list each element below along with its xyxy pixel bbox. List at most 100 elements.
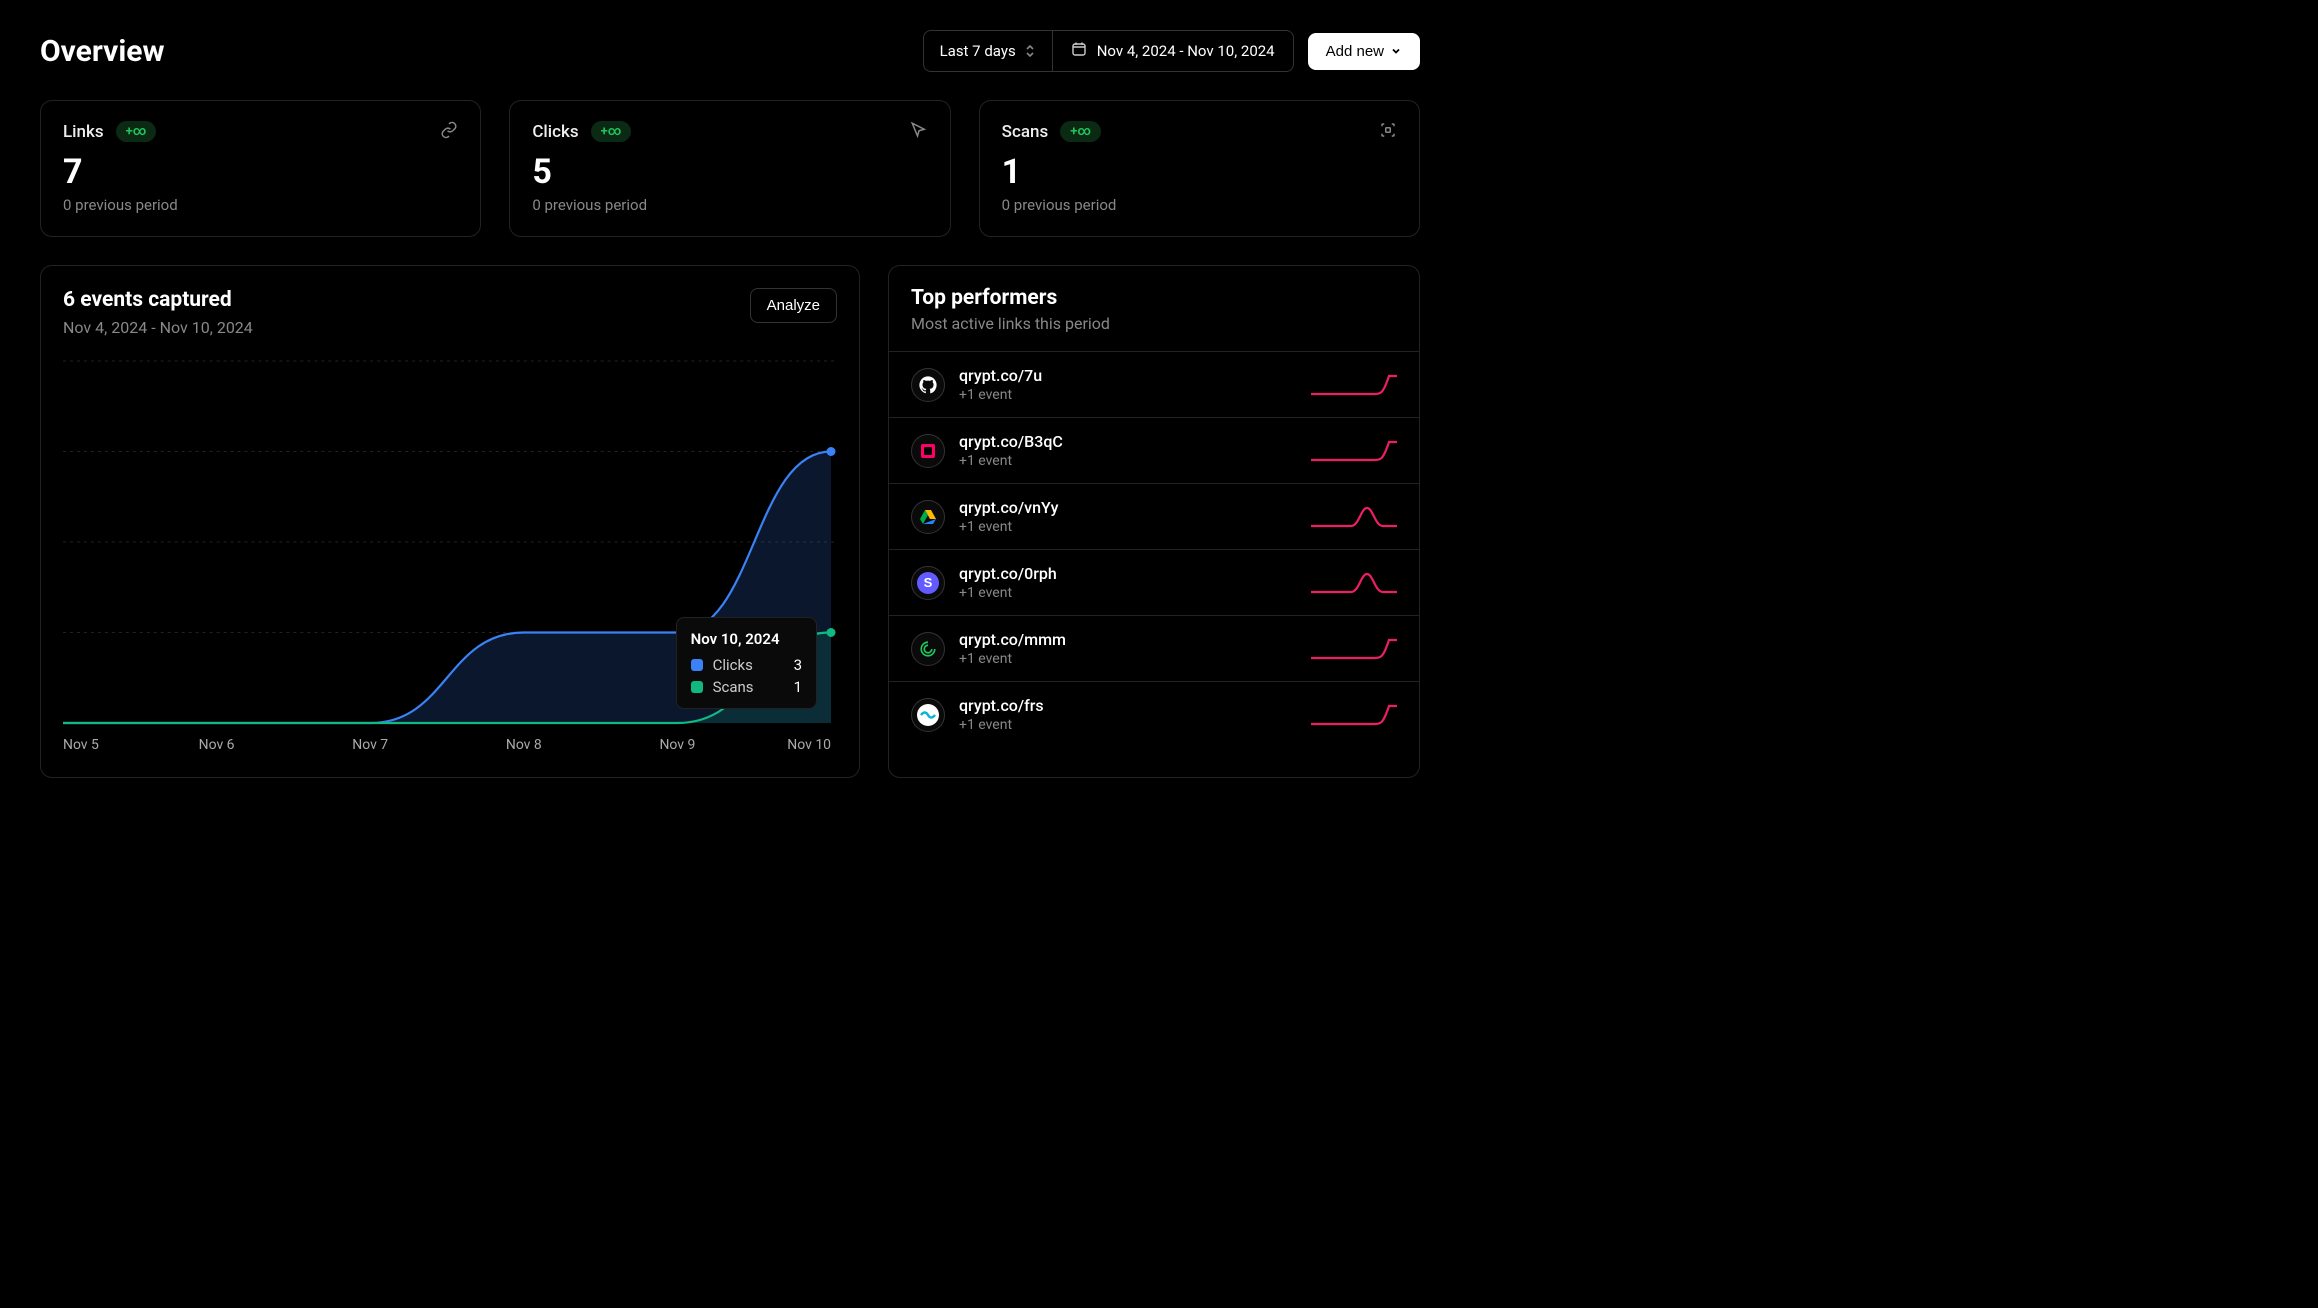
performer-info: qrypt.co/mmm +1 event [959,630,1297,667]
performer-link: qrypt.co/B3qC [959,432,1297,451]
stat-badge: +∞ [116,121,157,142]
stat-sub: 0 previous period [63,196,458,214]
performer-avatar [911,434,945,468]
performer-sub: +1 event [959,717,1297,733]
performer-info: qrypt.co/0rph +1 event [959,564,1297,601]
main-row: 6 events captured Nov 4, 2024 - Nov 10, … [40,265,1420,778]
performer-link: qrypt.co/frs [959,696,1297,715]
tooltip-value: 1 [794,678,802,696]
page-header: Overview Last 7 days Nov 4, 2024 - N [40,30,1420,72]
calendar-icon [1071,41,1087,61]
performer-sub: +1 event [959,453,1297,469]
tooltip-label: Scans [713,678,754,696]
performer-avatar [911,698,945,732]
performers-sub: Most active links this period [911,314,1397,333]
stat-label: Scans [1002,122,1049,142]
stat-label: Links [63,122,104,142]
performer-row[interactable]: qrypt.co/mmm +1 event [889,615,1419,681]
add-new-label: Add new [1326,43,1384,60]
add-new-button[interactable]: Add new [1308,33,1420,70]
svg-text:Nov 10: Nov 10 [787,737,831,753]
scan-icon [1379,121,1397,143]
chart-card: 6 events captured Nov 4, 2024 - Nov 10, … [40,265,860,778]
performer-avatar [911,500,945,534]
sparkline [1311,634,1397,664]
performer-info: qrypt.co/frs +1 event [959,696,1297,733]
performer-info: qrypt.co/vnYy +1 event [959,498,1297,535]
chart-tooltip: Nov 10, 2024 Clicks 3 Scans 1 [676,617,817,709]
performer-link: qrypt.co/7u [959,366,1297,385]
performers-header: Top performers Most active links this pe… [889,266,1419,351]
sparkline [1311,436,1397,466]
header-controls: Last 7 days Nov 4, 2024 - Nov 10, 2024 [923,30,1420,72]
stat-badge: +∞ [591,121,632,142]
stat-value: 7 [63,152,458,192]
svg-text:Nov 9: Nov 9 [659,737,695,753]
tooltip-row-scans: Scans 1 [691,678,802,696]
performer-sub: +1 event [959,387,1297,403]
performer-avatar [911,632,945,666]
performer-row[interactable]: S qrypt.co/0rph +1 event [889,549,1419,615]
performer-sub: +1 event [959,585,1297,601]
sparkline [1311,502,1397,532]
performer-link: qrypt.co/mmm [959,630,1297,649]
link-icon [440,121,458,143]
performer-avatar: S [911,566,945,600]
period-label: Last 7 days [940,42,1016,60]
stat-header: Scans +∞ [1002,121,1397,142]
stat-header: Clicks +∞ [532,121,927,142]
stat-sub: 0 previous period [532,196,927,214]
tooltip-value: 3 [794,656,802,674]
performer-row[interactable]: qrypt.co/frs +1 event [889,681,1419,747]
tooltip-dot [691,659,703,671]
sparkline [1311,568,1397,598]
chart-sub: Nov 4, 2024 - Nov 10, 2024 [63,318,253,337]
stat-value: 1 [1002,152,1397,192]
period-group: Last 7 days Nov 4, 2024 - Nov 10, 2024 [923,30,1294,72]
performer-sub: +1 event [959,651,1297,667]
performers-list: qrypt.co/7u +1 event qrypt.co/B3qC +1 ev… [889,351,1419,747]
date-range-select[interactable]: Nov 4, 2024 - Nov 10, 2024 [1053,31,1293,71]
performer-link: qrypt.co/0rph [959,564,1297,583]
stat-header: Links +∞ [63,121,458,142]
chart-area: Nov 5 Nov 6 Nov 7 Nov 8 Nov 9 Nov 10 Nov 10, … [63,355,837,755]
performer-link: qrypt.co/vnYy [959,498,1297,517]
stat-sub: 0 previous period [1002,196,1397,214]
performer-row[interactable]: qrypt.co/B3qC +1 event [889,417,1419,483]
sparkline [1311,370,1397,400]
stat-value: 5 [532,152,927,192]
stat-card-clicks[interactable]: Clicks +∞ 5 0 previous period [509,100,950,237]
svg-text:S: S [924,575,933,590]
stat-card-links[interactable]: Links +∞ 7 0 previous period [40,100,481,237]
performers-title: Top performers [911,286,1397,310]
performer-info: qrypt.co/B3qC +1 event [959,432,1297,469]
page-title: Overview [40,34,165,69]
performer-sub: +1 event [959,519,1297,535]
stats-row: Links +∞ 7 0 previous period Clicks +∞ 5… [40,100,1420,237]
performer-row[interactable]: qrypt.co/7u +1 event [889,351,1419,417]
performer-avatar [911,368,945,402]
top-performers-card: Top performers Most active links this pe… [888,265,1420,778]
cursor-icon [910,121,928,143]
svg-text:Nov 7: Nov 7 [352,737,388,753]
performer-info: qrypt.co/7u +1 event [959,366,1297,403]
tooltip-title: Nov 10, 2024 [691,630,802,648]
updown-icon [1024,44,1036,58]
period-select[interactable]: Last 7 days [924,31,1053,71]
chart-header: 6 events captured Nov 4, 2024 - Nov 10, … [63,288,837,337]
tooltip-row-clicks: Clicks 3 [691,656,802,674]
svg-text:Nov 6: Nov 6 [199,737,235,753]
tooltip-dot [691,681,703,693]
analyze-button[interactable]: Analyze [750,288,837,323]
svg-text:Nov 5: Nov 5 [63,737,99,753]
svg-text:Nov 8: Nov 8 [506,737,542,753]
stat-label: Clicks [532,122,578,142]
performer-row[interactable]: qrypt.co/vnYy +1 event [889,483,1419,549]
chevron-down-icon [1390,45,1402,57]
stat-badge: +∞ [1060,121,1101,142]
chart-title: 6 events captured [63,288,253,312]
date-range-label: Nov 4, 2024 - Nov 10, 2024 [1097,42,1275,60]
tooltip-label: Clicks [713,656,754,674]
sparkline [1311,700,1397,730]
stat-card-scans[interactable]: Scans +∞ 1 0 previous period [979,100,1420,237]
